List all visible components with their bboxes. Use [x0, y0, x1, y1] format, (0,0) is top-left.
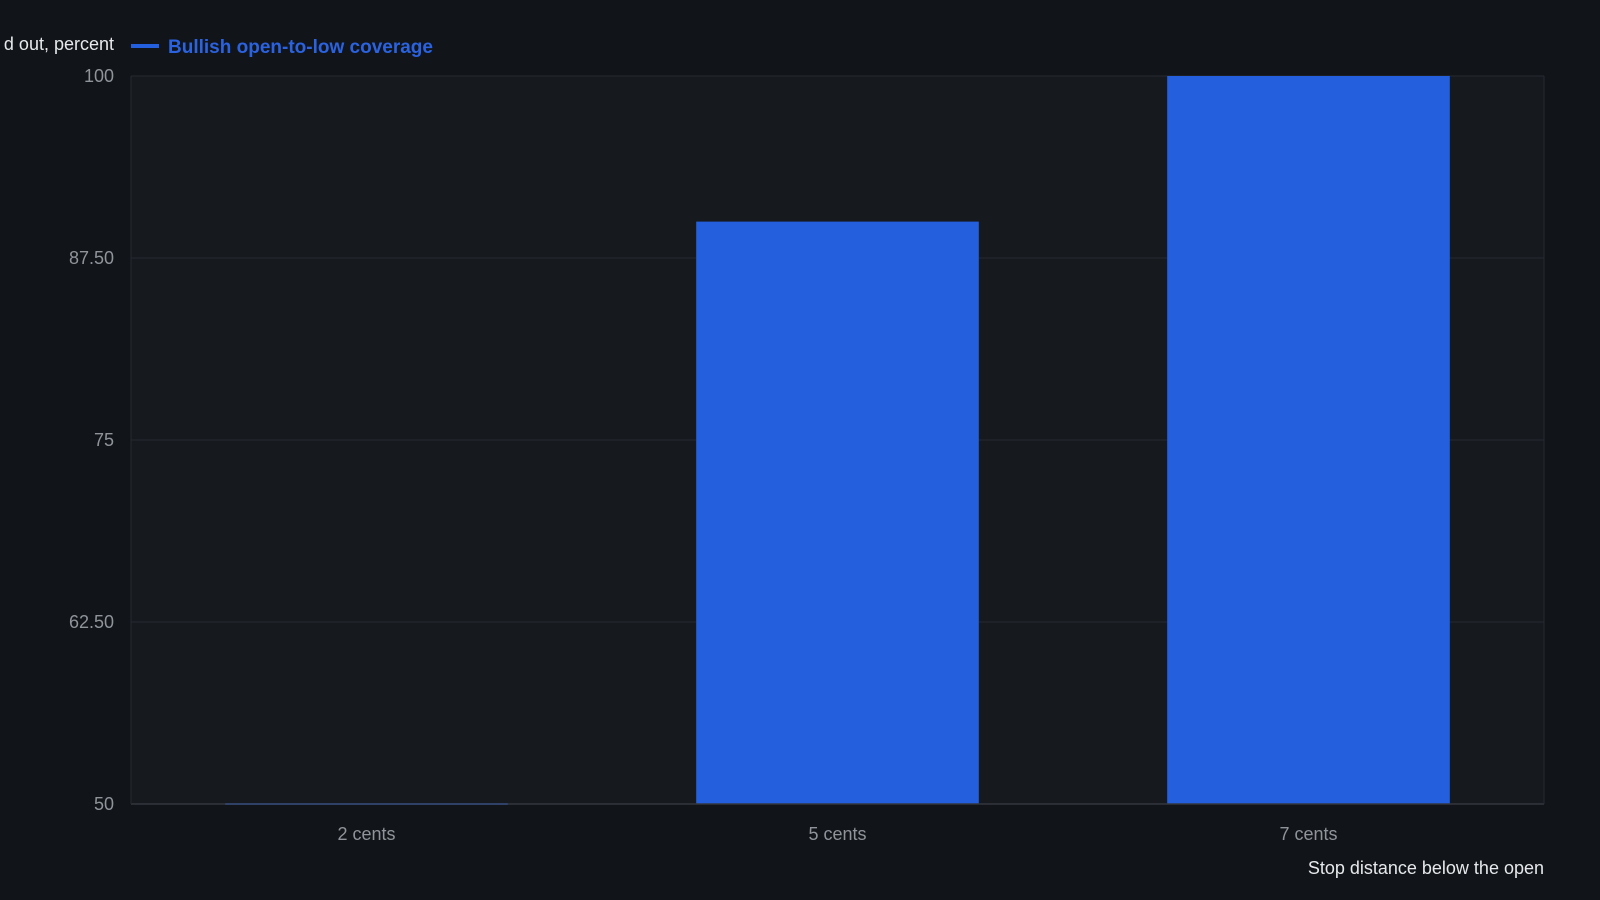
x-tick-label: 2 cents: [337, 824, 395, 844]
y-tick-labels: 50 62.50 75 87.50 100: [69, 66, 114, 814]
legend-label: Bullish open-to-low coverage: [168, 37, 433, 58]
bar-5-cents: [696, 221, 979, 805]
y-tick-label: 87.50: [69, 248, 114, 268]
bar-7-cents: [1167, 76, 1450, 804]
y-tick-label: 50: [94, 794, 114, 814]
y-tick-label: 100: [84, 66, 114, 86]
x-tick-label: 5 cents: [808, 824, 866, 844]
x-axis-title: Stop distance below the open: [1308, 858, 1544, 878]
x-tick-label: 7 cents: [1279, 824, 1337, 844]
y-tick-label: 75: [94, 430, 114, 450]
x-tick-labels: 2 cents 5 cents 7 cents: [337, 824, 1337, 844]
chart: 5062.507587.50100 2 cents 5 cents 7 cents …: [4, 34, 1545, 878]
y-tick-label: 62.50: [69, 612, 114, 632]
y-axis-title: d out, percent: [4, 34, 114, 54]
